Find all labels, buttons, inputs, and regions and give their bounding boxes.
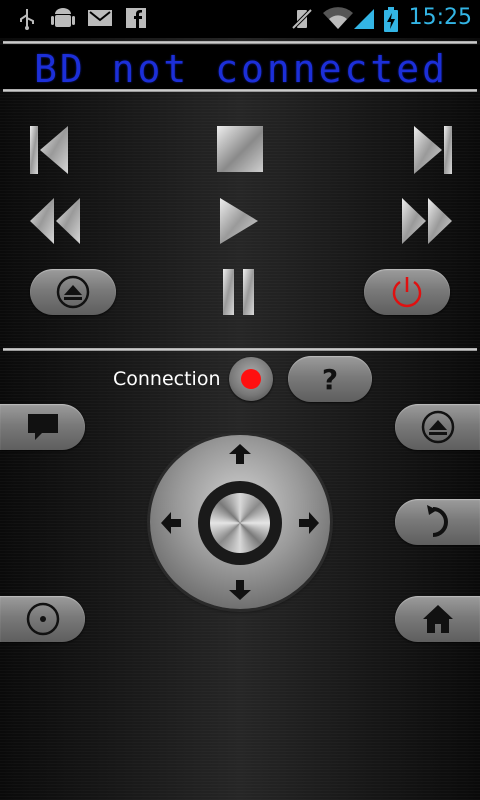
help-button[interactable]: ? xyxy=(288,356,372,402)
home-icon xyxy=(422,605,453,633)
play-icon xyxy=(220,198,258,244)
gmail-icon xyxy=(88,10,112,26)
android-debug-icon xyxy=(51,8,75,27)
fast-forward-icon xyxy=(402,198,452,244)
usb-icon xyxy=(20,9,34,30)
display-text: BD not connected xyxy=(34,47,449,91)
return-icon xyxy=(426,505,448,537)
top-divider xyxy=(3,41,477,44)
down-arrow-icon[interactable] xyxy=(228,579,252,601)
connection-status-indicator xyxy=(241,369,261,389)
rewind-button[interactable] xyxy=(28,196,82,246)
rewind-icon xyxy=(30,198,80,244)
stop-button[interactable] xyxy=(217,126,263,172)
status-display: BD not connected xyxy=(0,45,480,91)
eject-button[interactable] xyxy=(30,269,116,315)
previous-track-icon xyxy=(30,126,68,174)
controls-divider xyxy=(3,348,477,351)
status-time: 15:25 xyxy=(408,5,472,30)
power-icon xyxy=(392,277,422,308)
direction-pad[interactable] xyxy=(150,435,330,609)
left-arrow-icon[interactable] xyxy=(160,511,182,535)
signal-icon xyxy=(354,9,374,29)
pause-button[interactable] xyxy=(222,268,256,316)
pause-icon xyxy=(223,269,254,315)
power-button[interactable] xyxy=(364,269,450,315)
top-menu-button[interactable] xyxy=(395,404,480,450)
enter-icon[interactable] xyxy=(210,493,270,553)
disc-button[interactable] xyxy=(0,596,85,642)
subtitle-icon xyxy=(27,414,58,440)
stop-icon xyxy=(217,126,263,172)
disc-icon xyxy=(26,602,59,636)
help-label: ? xyxy=(321,362,339,396)
vibrate-off-icon xyxy=(291,8,313,30)
home-button[interactable] xyxy=(395,596,480,642)
next-track-icon xyxy=(414,126,452,174)
facebook-icon xyxy=(126,8,146,28)
status-bar: 15:25 xyxy=(0,0,480,38)
previous-track-button[interactable] xyxy=(28,124,72,176)
battery-charging-icon xyxy=(384,7,398,32)
play-button[interactable] xyxy=(218,196,260,246)
eject-icon xyxy=(56,275,90,309)
fast-forward-button[interactable] xyxy=(400,196,454,246)
display-divider xyxy=(3,89,477,92)
subtitle-button[interactable] xyxy=(0,404,85,450)
return-button[interactable] xyxy=(395,499,480,545)
wifi-icon xyxy=(323,7,353,30)
next-track-button[interactable] xyxy=(410,124,454,176)
up-arrow-icon[interactable] xyxy=(228,443,252,465)
connection-label: Connection xyxy=(113,368,221,390)
top-menu-icon xyxy=(421,410,454,444)
right-arrow-icon[interactable] xyxy=(298,511,320,535)
connection-status-button[interactable] xyxy=(229,357,273,401)
